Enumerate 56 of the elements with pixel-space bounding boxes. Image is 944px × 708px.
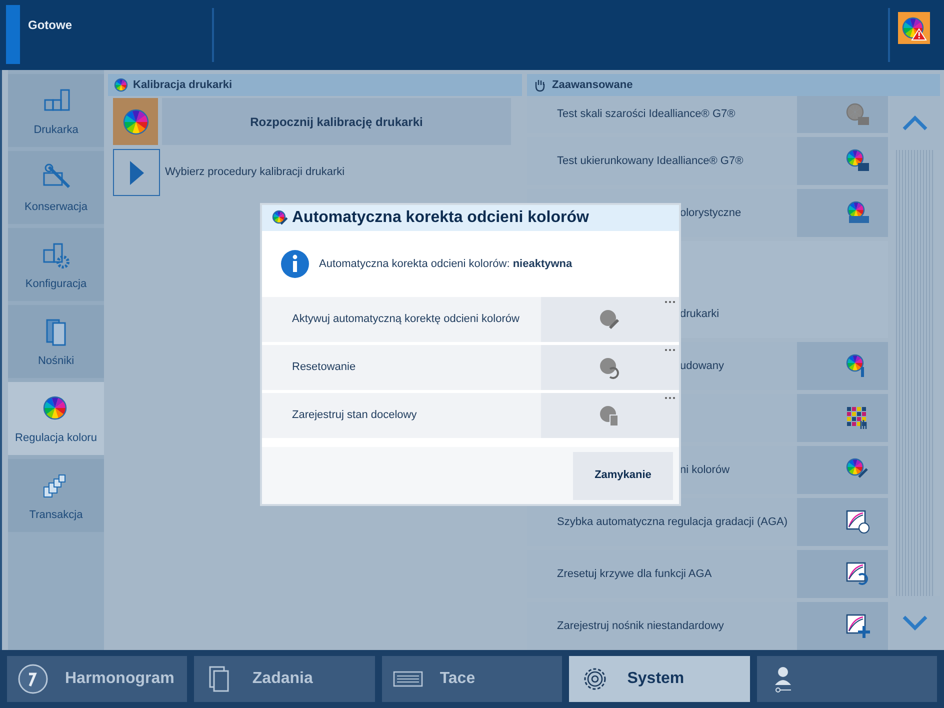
curve-reset-icon bbox=[844, 561, 870, 587]
procedure-link[interactable]: Wybierz procedury kalibracji drukarki bbox=[165, 164, 345, 181]
row-label: Test ukierunkowany Idealliance® G7® bbox=[557, 154, 744, 169]
dialog-action[interactable]: Resetowanie bbox=[262, 345, 679, 390]
close-button[interactable]: Zamykanie bbox=[573, 452, 673, 500]
row-label: Zarejestruj nośnik niestandardowy bbox=[557, 618, 724, 634]
status-message: Automatyczna korekta odcieni kolorów: nieaktywna bbox=[319, 256, 572, 272]
nav-tab[interactable]: Zadania bbox=[194, 656, 375, 702]
action-label: Resetowanie bbox=[292, 360, 356, 376]
chevron-down-icon bbox=[902, 615, 928, 631]
sidebar-item[interactable]: Konfiguracja bbox=[8, 228, 104, 301]
dialog-action[interactable]: Aktywuj automatyczną korektę odcieni kolorów bbox=[262, 297, 679, 342]
sidebar-item[interactable]: Nośniki bbox=[8, 305, 104, 378]
sidebar-item[interactable]: Transakcja bbox=[8, 459, 104, 532]
panel-title: Zaawansowane bbox=[552, 78, 633, 93]
clock-icon bbox=[17, 663, 49, 695]
row-label: Zresetuj krzywe dla funkcji AGA bbox=[557, 566, 712, 582]
color-wheel-badge-icon bbox=[844, 148, 870, 174]
hand-icon bbox=[533, 78, 547, 92]
row-label: Test skali szarości Idealliance® G7® bbox=[557, 107, 736, 122]
disc-badge-icon bbox=[844, 102, 870, 128]
nav-tab[interactable]: Tace bbox=[382, 656, 562, 702]
more-icon bbox=[664, 300, 676, 304]
curve-add-icon bbox=[844, 613, 870, 639]
info-icon bbox=[280, 249, 310, 279]
status-text: Gotowe bbox=[20, 8, 214, 62]
more-icon bbox=[664, 348, 676, 352]
nav-tab[interactable] bbox=[756, 656, 938, 702]
row-label: Szybka automatyczna regulacja gradacji (AGA) bbox=[557, 514, 788, 530]
panel-title: Kalibracja drukarki bbox=[133, 78, 232, 93]
row-label: drukarki bbox=[680, 306, 720, 322]
dialog-action[interactable]: Zarejestruj stan docelowy bbox=[262, 393, 679, 438]
nav-tab[interactable]: Harmonogram bbox=[7, 656, 188, 702]
row-label: ni kolorów bbox=[680, 462, 730, 478]
sidebar-item[interactable]: Drukarka bbox=[8, 74, 104, 147]
row-label: olorystyczne bbox=[680, 206, 742, 221]
color-wheel-dropper-icon bbox=[272, 210, 288, 226]
status-indicator bbox=[6, 5, 20, 64]
action-label: Aktywuj automatyczną korektę odcieni kolorów bbox=[292, 312, 520, 328]
color-wheel-auto-icon bbox=[844, 200, 870, 226]
disc-reset-icon bbox=[598, 356, 622, 380]
play-button[interactable] bbox=[113, 149, 160, 196]
nav-tab[interactable]: System bbox=[569, 656, 750, 702]
sidebar-item[interactable]: Konserwacja bbox=[8, 151, 104, 224]
start-calibration-button[interactable]: Rozpocznij kalibrację drukarki bbox=[162, 98, 511, 145]
sidebar-item[interactable]: Regulacja koloru bbox=[8, 382, 104, 455]
play-icon bbox=[128, 160, 144, 186]
curve-clock-icon bbox=[844, 509, 870, 535]
row-label: udowany bbox=[680, 358, 724, 374]
more-icon bbox=[664, 396, 676, 400]
color-warning-icon bbox=[901, 15, 927, 41]
action-label: Zarejestruj stan docelowy bbox=[292, 408, 417, 424]
color-wheel-icon bbox=[114, 78, 128, 92]
chevron-up-icon bbox=[902, 115, 928, 131]
color-wheel-icon bbox=[122, 108, 150, 136]
disc-dropper-icon bbox=[598, 308, 622, 332]
